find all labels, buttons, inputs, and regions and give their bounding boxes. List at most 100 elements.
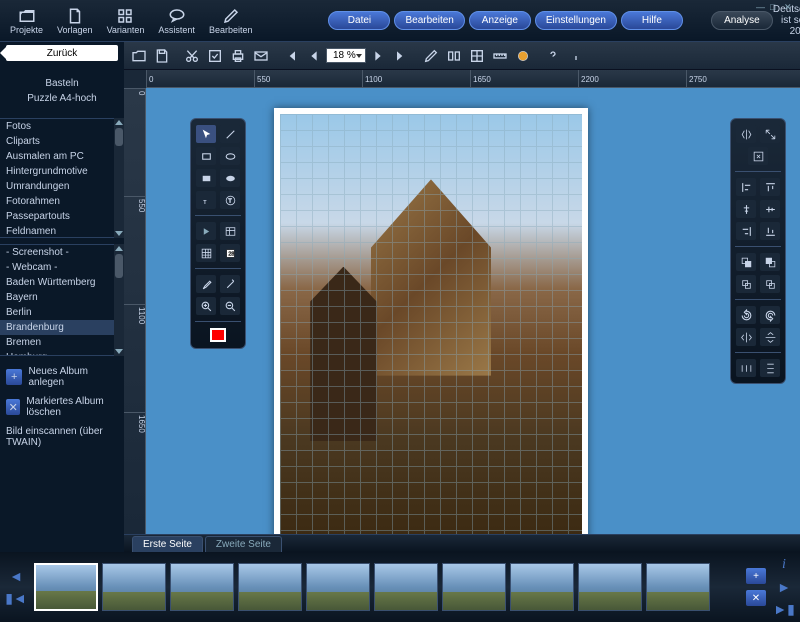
align-right-icon[interactable] — [736, 222, 756, 240]
zoom-out-tool[interactable] — [220, 297, 240, 315]
category-item[interactable]: Fotorahmen — [0, 194, 114, 209]
menu-analyse[interactable]: Analyse — [711, 11, 773, 30]
color-swatch[interactable] — [210, 328, 226, 342]
ruler-icon[interactable] — [489, 45, 511, 67]
rect-tool[interactable] — [196, 147, 216, 165]
category-item[interactable]: Passepartouts — [0, 209, 114, 224]
album-item[interactable]: Berlin — [0, 305, 114, 320]
edit-icon[interactable] — [420, 45, 442, 67]
thumbnail[interactable] — [510, 563, 574, 611]
grid-tool[interactable] — [196, 244, 216, 262]
vorlagen-button[interactable]: Vorlagen — [51, 5, 99, 37]
new-album-button[interactable]: + Neues Album anlegen — [0, 362, 124, 392]
wand-tool[interactable] — [220, 275, 240, 293]
thumb-last-icon[interactable]: ►▮ — [773, 601, 795, 618]
album-item[interactable]: - Webcam - — [0, 260, 114, 275]
thumbnail[interactable] — [306, 563, 370, 611]
close-icon[interactable]: ✕ — [784, 2, 794, 12]
ellipse-fill-tool[interactable] — [220, 169, 240, 187]
category-item[interactable]: Hintergrundmotive — [0, 164, 114, 179]
rect-fill-tool[interactable] — [196, 169, 216, 187]
info-icon[interactable] — [565, 45, 587, 67]
page[interactable] — [274, 108, 588, 534]
bearbeiten-button[interactable]: Bearbeiten — [203, 5, 259, 37]
thumbnail[interactable] — [578, 563, 642, 611]
thumbnail[interactable] — [102, 563, 166, 611]
album-item[interactable]: Baden Württemberg — [0, 275, 114, 290]
thumbnail[interactable] — [170, 563, 234, 611]
maximize-icon[interactable]: □ — [770, 2, 780, 12]
text-circle-tool[interactable]: T — [220, 191, 240, 209]
album-item[interactable]: Brandenburg — [0, 320, 114, 335]
eyedrop-tool[interactable] — [196, 275, 216, 293]
thumb-first-icon[interactable]: ▮◄ — [5, 590, 27, 607]
color-icon[interactable] — [512, 45, 534, 67]
minimize-icon[interactable]: — — [756, 2, 766, 12]
pointer-tool[interactable] — [196, 125, 216, 143]
expand-icon[interactable] — [760, 125, 780, 143]
album-item[interactable]: - Screenshot - — [0, 245, 114, 260]
dist-h-icon[interactable] — [736, 359, 756, 377]
rotate-cw-icon[interactable] — [760, 306, 780, 324]
category-item[interactable]: Cliparts — [0, 134, 114, 149]
zoom-in-tool[interactable] — [196, 297, 216, 315]
category-item[interactable]: Ausmalen am PC — [0, 149, 114, 164]
category-item[interactable]: Feldnamen — [0, 224, 114, 238]
varianten-button[interactable]: Varianten — [101, 5, 151, 37]
menu-bearbeiten[interactable]: Bearbeiten — [394, 11, 464, 30]
thumbnail[interactable] — [646, 563, 710, 611]
align-icon[interactable] — [443, 45, 465, 67]
zoom-select[interactable]: 18 % — [326, 48, 366, 63]
thumbnail[interactable] — [374, 563, 438, 611]
align-center-h-icon[interactable] — [736, 200, 756, 218]
category-scrollbar[interactable] — [114, 118, 124, 238]
forward-icon[interactable] — [736, 275, 756, 293]
rotate-ccw-icon[interactable] — [736, 306, 756, 324]
thumbnail[interactable] — [442, 563, 506, 611]
thumb-prev-icon[interactable]: ◄ — [9, 568, 23, 584]
thumbnail[interactable] — [238, 563, 302, 611]
tab-first-page[interactable]: Erste Seite — [132, 536, 203, 552]
category-item[interactable]: Umrandungen — [0, 179, 114, 194]
prev-icon[interactable] — [303, 45, 325, 67]
album-item[interactable]: Bayern — [0, 290, 114, 305]
thumb-del-icon[interactable]: ✕ — [746, 590, 766, 606]
grid-toggle-icon[interactable] — [466, 45, 488, 67]
menu-datei[interactable]: Datei — [328, 11, 390, 30]
text-tool[interactable]: T — [196, 191, 216, 209]
first-icon[interactable] — [280, 45, 302, 67]
mirror-h-icon[interactable] — [736, 328, 756, 346]
print-icon[interactable] — [227, 45, 249, 67]
back-button[interactable]: Zurück — [6, 45, 118, 61]
projekte-button[interactable]: Projekte — [4, 5, 49, 37]
album-item[interactable]: Bremen — [0, 335, 114, 350]
fit-icon[interactable] — [748, 147, 768, 165]
tool-palette[interactable]: TT 28 — [190, 118, 246, 349]
thumb-next-icon[interactable]: ► — [777, 579, 791, 595]
dist-v-icon[interactable] — [760, 359, 780, 377]
backward-icon[interactable] — [760, 275, 780, 293]
save-icon[interactable] — [151, 45, 173, 67]
thumb-add-icon[interactable]: + — [746, 568, 766, 584]
menu-anzeige[interactable]: Anzeige — [469, 11, 531, 30]
menu-einstellungen[interactable]: Einstellungen — [535, 11, 617, 30]
cut-icon[interactable] — [181, 45, 203, 67]
thumbnail[interactable] — [34, 563, 98, 611]
thumb-info-icon[interactable]: i — [782, 557, 786, 573]
bring-front-icon[interactable] — [736, 253, 756, 271]
mail-icon[interactable] — [250, 45, 272, 67]
calendar-tool[interactable]: 28 — [220, 244, 240, 262]
menu-hilfe[interactable]: Hilfe — [621, 11, 683, 30]
arrange-palette[interactable] — [730, 118, 786, 384]
scan-button[interactable]: Bild einscannen (über TWAIN) — [0, 422, 124, 452]
ellipse-tool[interactable] — [220, 147, 240, 165]
assistent-button[interactable]: Assistent — [152, 5, 201, 37]
checkbox-icon[interactable] — [204, 45, 226, 67]
canvas-area[interactable]: 05501100165022002750 055011001650 TT 28 — [124, 70, 800, 534]
align-left-icon[interactable] — [736, 178, 756, 196]
flip-h-icon[interactable] — [736, 125, 756, 143]
play-tool[interactable] — [196, 222, 216, 240]
open-icon[interactable] — [128, 45, 150, 67]
send-back-icon[interactable] — [760, 253, 780, 271]
table-tool[interactable] — [220, 222, 240, 240]
